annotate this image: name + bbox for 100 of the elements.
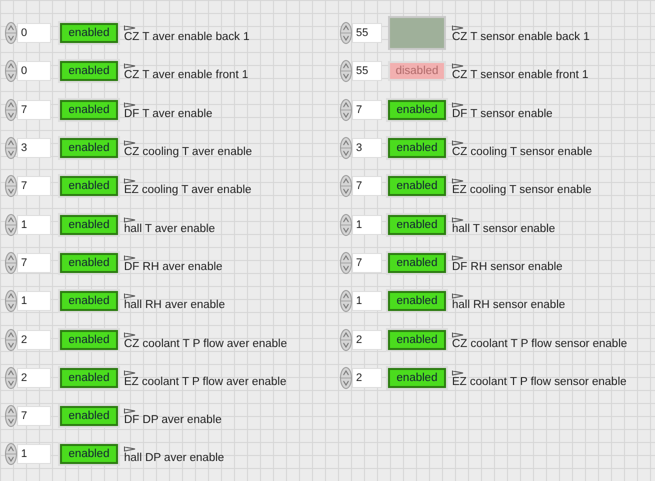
spinner-arrows-icon[interactable] <box>340 175 352 198</box>
boolean-indicator: enabled <box>388 330 446 350</box>
spinner-arrows-icon[interactable] <box>340 22 352 44</box>
spinner-arrows-icon[interactable] <box>340 60 352 82</box>
numeric-field[interactable]: 3 <box>17 138 51 158</box>
boolean-indicator: disabled <box>388 61 446 82</box>
numeric-field[interactable]: 1 <box>17 214 51 235</box>
flag-icon <box>452 63 464 70</box>
indicator-label: CZ cooling T sensor enable <box>452 146 592 158</box>
spinner-arrows-icon[interactable] <box>340 252 352 274</box>
indicator-label: DF T aver enable <box>124 108 212 120</box>
indicator-label: CZ coolant T P flow sensor enable <box>452 338 628 350</box>
spinner-arrows-icon[interactable] <box>5 60 17 82</box>
numeric-field[interactable]: 0 <box>17 61 51 82</box>
boolean-indicator: enabled <box>388 214 446 235</box>
boolean-indicator: enabled <box>388 368 446 388</box>
flag-icon <box>124 370 136 376</box>
spinner-arrows-icon[interactable] <box>5 22 17 44</box>
numeric-field[interactable]: 7 <box>17 252 51 273</box>
spinner-arrows-icon[interactable] <box>5 443 17 466</box>
spinner-arrows-icon[interactable] <box>5 328 17 351</box>
numeric-field[interactable]: 7 <box>352 252 382 273</box>
spinner-arrows-icon[interactable] <box>5 405 17 428</box>
spinner-arrows-icon[interactable] <box>5 290 17 312</box>
spinner-arrows-icon[interactable] <box>5 214 17 236</box>
indicator-label: hall T aver enable <box>124 222 216 235</box>
boolean-indicator: enabled <box>60 330 118 350</box>
flag-icon <box>452 216 464 223</box>
indicator-label: CZ T aver enable back 1 <box>124 31 250 44</box>
boolean-indicator: enabled <box>60 291 118 312</box>
indicator-label: hall RH sensor enable <box>452 299 566 312</box>
numeric-field[interactable]: 55 <box>352 61 382 82</box>
numeric-field[interactable]: 2 <box>17 368 51 388</box>
numeric-field[interactable]: 7 <box>17 406 51 426</box>
boolean-indicator: enabled <box>60 368 118 388</box>
spinner-arrows-icon[interactable] <box>340 214 352 236</box>
numeric-field[interactable]: 2 <box>352 368 382 388</box>
flag-icon <box>124 293 136 300</box>
spinner-arrows-icon[interactable] <box>5 366 17 389</box>
indicator-label: hall DP aver enable <box>124 452 224 464</box>
spinner-arrows-icon[interactable] <box>340 137 352 160</box>
spinner-arrows-icon[interactable] <box>5 175 17 198</box>
boolean-indicator: enabled <box>60 23 118 44</box>
numeric-field[interactable]: 1 <box>352 214 382 235</box>
spinner-arrows-icon[interactable] <box>5 137 17 160</box>
flag-icon <box>124 140 136 146</box>
numeric-field[interactable]: 7 <box>352 176 382 196</box>
numeric-field[interactable]: 3 <box>352 138 382 158</box>
flag-icon <box>124 102 136 108</box>
boolean-indicator: enabled <box>60 176 118 196</box>
indicator-label: CZ coolant T P flow aver enable <box>124 338 288 350</box>
boolean-indicator: enabled <box>60 138 118 158</box>
flag-icon <box>124 446 136 452</box>
boolean-indicator: enabled <box>388 176 446 196</box>
boolean-indicator: enabled <box>60 406 118 426</box>
boolean-indicator: enabled <box>60 61 118 82</box>
boolean-indicator: enabled <box>388 100 446 120</box>
indicator-label: DF RH sensor enable <box>452 260 563 273</box>
numeric-field[interactable]: 7 <box>17 176 51 196</box>
numeric-field[interactable]: 55 <box>352 23 382 44</box>
flag-icon <box>452 293 464 300</box>
numeric-field[interactable]: 7 <box>17 100 51 120</box>
boolean-indicator: enabled <box>60 100 118 120</box>
indicator-label: DF RH aver enable <box>124 260 222 273</box>
indicator-label: EZ cooling T aver enable <box>124 184 252 196</box>
indicator-label: DF T sensor enable <box>452 108 553 120</box>
boolean-indicator: enabled <box>388 138 446 158</box>
numeric-field[interactable]: 2 <box>352 330 382 350</box>
flag-icon <box>124 216 136 223</box>
indicator-label: hall T sensor enable <box>452 222 556 235</box>
spinner-arrows-icon[interactable] <box>340 328 352 351</box>
indicator-label: CZ T aver enable front 1 <box>124 69 248 82</box>
flag-icon <box>124 408 136 414</box>
numeric-field[interactable]: 0 <box>17 23 51 44</box>
indicator-label: CZ T sensor enable back 1 <box>452 31 590 44</box>
flag-icon <box>124 25 136 32</box>
indicator-label: CZ T sensor enable front 1 <box>452 69 588 82</box>
flag-icon <box>452 178 464 184</box>
numeric-field[interactable]: 1 <box>352 291 382 312</box>
boolean-indicator: enabled <box>388 291 446 312</box>
indicator-label: EZ cooling T sensor enable <box>452 184 592 196</box>
boolean-indicator: enabled <box>388 252 446 273</box>
spinner-arrows-icon[interactable] <box>340 98 352 121</box>
spinner-arrows-icon[interactable] <box>340 366 352 389</box>
numeric-field[interactable]: 1 <box>17 291 51 312</box>
boolean-indicator: enabled <box>60 214 118 235</box>
boolean-indicator: enabled <box>60 444 118 464</box>
flag-icon <box>124 332 136 338</box>
flag-icon <box>452 370 464 376</box>
flag-icon <box>124 63 136 70</box>
spinner-arrows-icon[interactable] <box>5 252 17 274</box>
boolean-indicator: enabled <box>60 252 118 273</box>
numeric-field[interactable]: 2 <box>17 330 51 350</box>
flag-icon <box>452 25 464 32</box>
indicator-label: hall RH aver enable <box>124 299 226 312</box>
spinner-arrows-icon[interactable] <box>5 98 17 121</box>
numeric-field[interactable]: 7 <box>352 100 382 120</box>
numeric-field[interactable]: 1 <box>17 444 51 464</box>
indicator-label: DF DP aver enable <box>124 414 222 426</box>
spinner-arrows-icon[interactable] <box>340 290 352 312</box>
